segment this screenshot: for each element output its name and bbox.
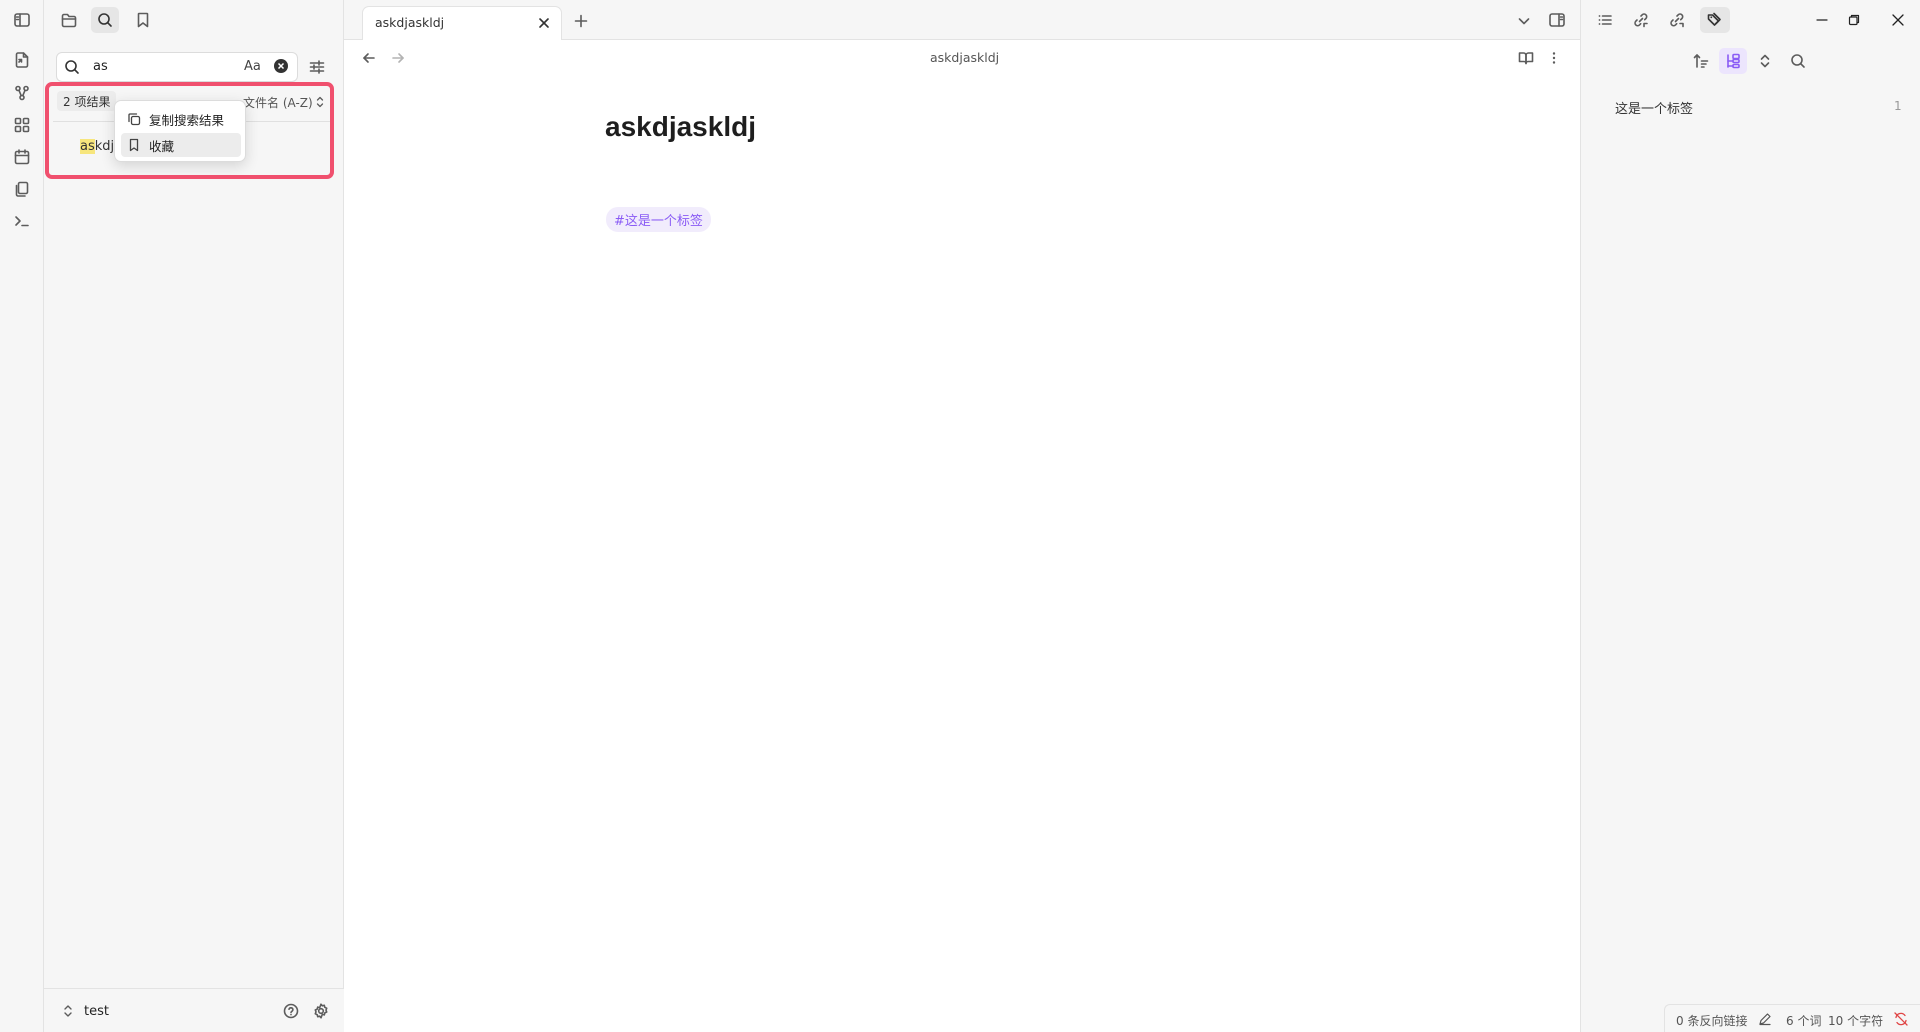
reading-view-icon[interactable] xyxy=(1512,45,1540,71)
help-icon[interactable] xyxy=(277,998,305,1024)
backlinks-icon[interactable] xyxy=(1627,7,1655,33)
minimize-window-icon[interactable] xyxy=(1808,7,1836,33)
ribbon xyxy=(0,0,44,1032)
bookmarks-icon[interactable] xyxy=(129,7,157,33)
settings-gear-icon[interactable] xyxy=(307,998,335,1024)
expand-collapse-icon[interactable] xyxy=(1751,48,1779,74)
sync-disabled-icon[interactable] xyxy=(1893,1011,1909,1027)
templates-icon[interactable] xyxy=(8,176,36,202)
files-icon[interactable] xyxy=(55,7,83,33)
more-options-icon[interactable] xyxy=(1540,45,1568,71)
search-tab-icon[interactable] xyxy=(91,7,119,33)
tab-bar: askdjaskldj xyxy=(344,0,1580,40)
right-sidebar xyxy=(1580,0,1920,1032)
close-window-icon[interactable] xyxy=(1884,7,1912,33)
tab-list-chevron-down-icon[interactable] xyxy=(1510,8,1538,34)
edit-mode-icon[interactable] xyxy=(1758,1012,1772,1026)
vault-switch-icon[interactable] xyxy=(62,1003,74,1019)
tag-count: 1 xyxy=(1894,99,1902,113)
open-quick-switcher-icon[interactable] xyxy=(8,47,36,73)
annotation-highlight-frame xyxy=(45,82,334,179)
sort-tags-icon[interactable] xyxy=(1687,48,1715,74)
search-input[interactable]: as xyxy=(93,59,108,74)
graph-view-icon[interactable] xyxy=(8,80,36,106)
view-header-title[interactable]: askdjaskldj xyxy=(930,50,999,65)
search-settings-icon[interactable] xyxy=(303,54,331,80)
search-tags-icon[interactable] xyxy=(1784,48,1812,74)
backlinks-count[interactable]: 0 条反向链接 xyxy=(1676,1012,1747,1029)
navigate-back-icon[interactable] xyxy=(355,45,383,71)
note-tag[interactable]: #这是一个标签 xyxy=(606,207,711,232)
vault-name[interactable]: test xyxy=(84,1004,109,1019)
tags-icon[interactable] xyxy=(1700,7,1730,33)
show-nested-tags-icon[interactable] xyxy=(1719,48,1747,74)
editor-pane xyxy=(344,40,1580,1032)
close-tab-icon[interactable] xyxy=(538,17,550,29)
tab-askdjaskldj[interactable]: askdjaskldj xyxy=(362,6,562,40)
daily-note-icon[interactable] xyxy=(8,144,36,170)
new-tab-icon[interactable] xyxy=(567,8,595,34)
restore-window-icon[interactable] xyxy=(1840,7,1868,33)
match-case-toggle[interactable]: Aa xyxy=(244,59,261,74)
toggle-right-sidebar-icon[interactable] xyxy=(1543,7,1571,33)
toggle-left-sidebar-icon[interactable] xyxy=(8,7,36,33)
tag-list-item[interactable]: 这是一个标签 xyxy=(1615,98,1693,117)
tab-title: askdjaskldj xyxy=(375,15,445,30)
navigate-forward-icon[interactable] xyxy=(384,45,412,71)
clear-search-icon[interactable] xyxy=(274,59,288,73)
outline-icon[interactable] xyxy=(1591,7,1619,33)
char-count: 10 个字符 xyxy=(1828,1014,1884,1028)
command-palette-icon[interactable] xyxy=(8,208,36,234)
outgoing-links-icon[interactable] xyxy=(1663,7,1691,33)
search-icon xyxy=(63,58,81,76)
canvas-icon[interactable] xyxy=(8,112,36,138)
note-title[interactable]: askdjaskldj xyxy=(605,111,756,143)
word-count: 6 个词 xyxy=(1786,1014,1822,1028)
